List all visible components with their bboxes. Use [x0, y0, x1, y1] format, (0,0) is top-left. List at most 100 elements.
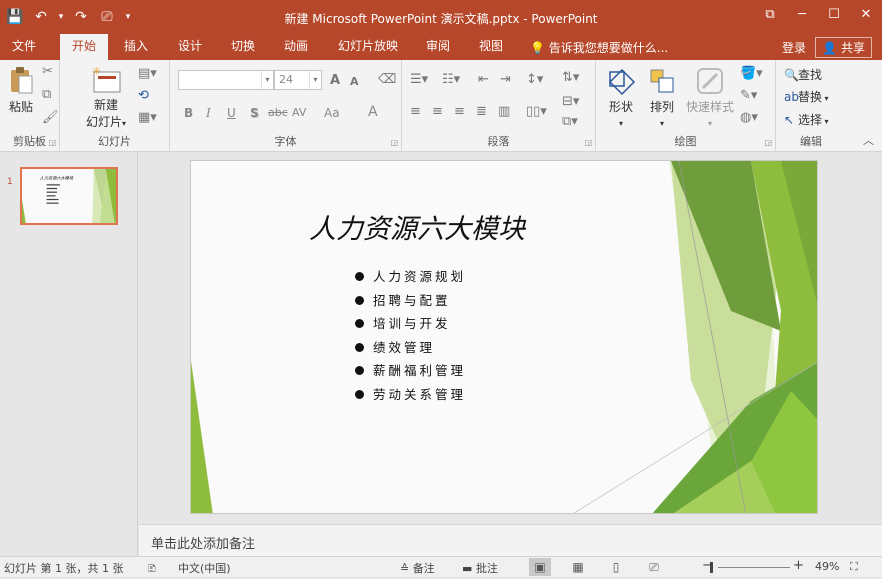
- zoom-in-icon[interactable]: +: [793, 558, 804, 573]
- tab-slideshow[interactable]: 幻灯片放映: [330, 34, 406, 60]
- tab-file[interactable]: 文件: [4, 34, 44, 60]
- dialog-launcher-icon[interactable]: ◲: [48, 138, 56, 147]
- columns-icon[interactable]: ▯▯▾: [526, 104, 547, 119]
- status-bar: 幻灯片 第 1 张，共 1 张 🗈 中文(中国) ≙ 备注 ▬ 批注 ▣ ▦ ▯…: [0, 556, 882, 577]
- shapes-button[interactable]: 形状 ▾: [602, 66, 640, 129]
- align-text-icon[interactable]: ⊟▾: [562, 94, 579, 109]
- tab-animations[interactable]: 动画: [276, 34, 316, 60]
- close-icon[interactable]: ✕: [850, 0, 882, 30]
- slide[interactable]: 人力资源六大模块 人力资源规划 招聘与配置 培训与开发 绩效管理 薪酬福利管理 …: [190, 160, 818, 514]
- justify-icon[interactable]: ≣: [476, 104, 487, 119]
- fit-to-window-icon[interactable]: ⛶: [850, 560, 858, 574]
- quick-styles-button[interactable]: 快速样式 ▾: [684, 66, 736, 129]
- dialog-launcher-icon[interactable]: ◲: [764, 138, 772, 147]
- tab-home[interactable]: 开始: [60, 34, 108, 60]
- reading-view-icon[interactable]: ▯: [605, 558, 627, 576]
- shrink-font-icon[interactable]: A: [350, 75, 359, 88]
- shape-effects-icon[interactable]: ◍▾: [740, 110, 758, 125]
- bold-button[interactable]: B: [184, 106, 193, 120]
- tab-transitions[interactable]: 切换: [223, 34, 263, 60]
- decrease-indent-icon[interactable]: ⇤: [478, 72, 489, 87]
- minimize-icon[interactable]: ─: [786, 0, 818, 30]
- shape-fill-icon[interactable]: 🪣▾: [740, 66, 763, 81]
- editing-group: 🔍查找 ab替换 ▾ ↖ 选择 ▾ 编辑 ︿: [776, 60, 882, 152]
- slide-bullet-list[interactable]: 人力资源规划 招聘与配置 培训与开发 绩效管理 薪酬福利管理 劳动关系管理: [355, 265, 466, 406]
- character-spacing-button[interactable]: AV: [292, 106, 306, 119]
- language-indicator[interactable]: 中文(中国): [178, 560, 231, 576]
- quick-styles-icon: [697, 68, 723, 94]
- slides-group-label: 幻灯片: [98, 135, 131, 148]
- new-slide-button[interactable]: ✳ 新建 幻灯片▾: [84, 66, 128, 130]
- slide-title[interactable]: 人力资源六大模块: [309, 207, 525, 246]
- tab-view[interactable]: 视图: [471, 34, 511, 60]
- tab-insert[interactable]: 插入: [116, 34, 156, 60]
- font-size-field[interactable]: 24 ▾: [274, 70, 322, 90]
- tab-design[interactable]: 设计: [170, 34, 210, 60]
- slideshow-view-icon[interactable]: ⎚: [643, 558, 665, 576]
- spell-check-icon[interactable]: 🗈: [148, 560, 156, 579]
- numbering-icon[interactable]: ☷▾: [442, 72, 460, 87]
- select-button[interactable]: ↖ 选择 ▾: [784, 111, 829, 128]
- share-button[interactable]: 👤 共享: [815, 37, 872, 58]
- font-name-field[interactable]: ▾: [178, 70, 274, 90]
- dialog-launcher-icon[interactable]: ◲: [584, 138, 592, 147]
- tell-me-box[interactable]: 💡 告诉我您想要做什么...: [530, 39, 668, 56]
- list-item: 劳动关系管理: [355, 383, 466, 407]
- layout-icon[interactable]: ▤▾: [138, 66, 157, 81]
- align-center-icon[interactable]: ≡: [432, 104, 443, 119]
- text-direction-icon[interactable]: ⇅▾: [562, 70, 579, 85]
- svg-text:✳: ✳: [92, 66, 101, 78]
- format-painter-icon[interactable]: 🖌: [42, 110, 59, 125]
- login-link[interactable]: 登录: [782, 39, 806, 56]
- italic-button[interactable]: I: [206, 106, 211, 120]
- thumbnail-graphic: 人力资源六大模块: [22, 169, 116, 223]
- arrange-button[interactable]: 排列 ▾: [644, 66, 680, 129]
- slide-sorter-icon[interactable]: ▦: [567, 558, 589, 576]
- distributed-icon[interactable]: ▥: [498, 104, 510, 119]
- grow-font-icon[interactable]: A: [330, 73, 340, 88]
- list-item: 培训与开发: [355, 312, 466, 336]
- slide-thumbnail[interactable]: 人力资源六大模块: [20, 167, 118, 225]
- change-case-button[interactable]: Aa: [324, 106, 340, 120]
- shadow-button[interactable]: S: [250, 106, 259, 120]
- line-spacing-icon[interactable]: ↕▾: [526, 72, 543, 87]
- person-icon: 👤: [822, 41, 838, 55]
- maximize-icon[interactable]: ☐: [818, 0, 850, 30]
- tab-review[interactable]: 审阅: [418, 34, 458, 60]
- font-color-button[interactable]: A: [368, 104, 378, 120]
- section-icon[interactable]: ▦▾: [138, 110, 157, 125]
- notes-pane[interactable]: 单击此处添加备注: [139, 524, 882, 556]
- notes-placeholder[interactable]: 单击此处添加备注: [151, 533, 255, 552]
- find-button[interactable]: 🔍查找: [784, 66, 822, 83]
- chevron-down-icon[interactable]: ▾: [261, 71, 273, 89]
- list-item: 薪酬福利管理: [355, 359, 466, 383]
- underline-button[interactable]: U: [227, 106, 236, 120]
- copy-icon[interactable]: ⧉: [42, 87, 51, 102]
- zoom-level[interactable]: 49%: [815, 560, 839, 573]
- bullets-icon[interactable]: ☰▾: [410, 72, 428, 87]
- cut-icon[interactable]: ✂: [42, 64, 53, 79]
- align-right-icon[interactable]: ≡: [454, 104, 465, 119]
- collapse-ribbon-icon[interactable]: ︿: [863, 132, 874, 148]
- zoom-slider-handle[interactable]: [710, 562, 713, 573]
- strikethrough-button[interactable]: abc: [268, 106, 288, 119]
- smartart-icon[interactable]: ⧉▾: [562, 114, 578, 129]
- shape-outline-icon[interactable]: ✎▾: [740, 88, 757, 103]
- clear-formatting-icon[interactable]: ⌫: [378, 72, 396, 87]
- align-left-icon[interactable]: ≡: [410, 104, 421, 119]
- ribbon: 粘贴 ✂ ⧉ 🖌 剪贴板 ◲ ✳ 新建 幻灯片▾ ▤▾ ⟲ ▦▾ 幻灯片 ▾ 2…: [0, 60, 882, 152]
- tell-me-text: 告诉我您想要做什么...: [548, 41, 669, 55]
- comments-toggle[interactable]: ▬ 批注: [462, 560, 498, 576]
- ribbon-display-options-icon[interactable]: ⧉: [754, 0, 786, 30]
- reset-icon[interactable]: ⟲: [138, 88, 149, 103]
- notes-toggle[interactable]: ≙ 备注: [400, 560, 435, 576]
- dialog-launcher-icon[interactable]: ◲: [390, 138, 398, 147]
- zoom-slider[interactable]: [718, 567, 790, 568]
- paste-button[interactable]: 粘贴: [6, 66, 36, 115]
- replace-button[interactable]: ab替换 ▾: [784, 88, 829, 105]
- increase-indent-icon[interactable]: ⇥: [500, 72, 511, 87]
- quick-styles-label: 快速样式: [685, 100, 734, 114]
- slide-number: 1: [7, 177, 13, 187]
- normal-view-icon[interactable]: ▣: [529, 558, 551, 576]
- chevron-down-icon[interactable]: ▾: [309, 71, 321, 89]
